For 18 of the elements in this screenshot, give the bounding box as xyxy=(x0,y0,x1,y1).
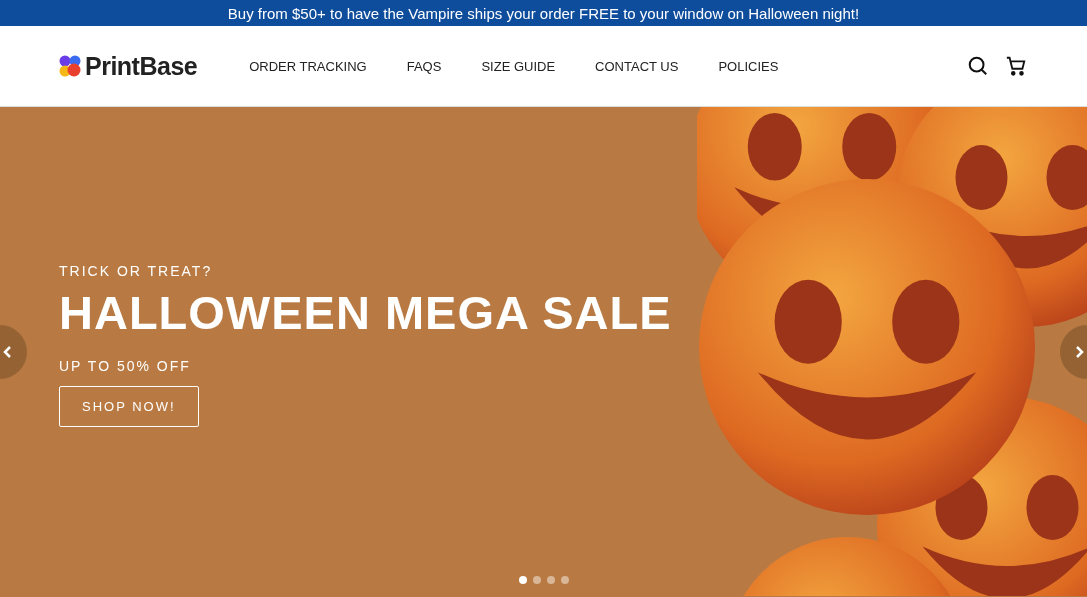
search-icon[interactable] xyxy=(967,55,989,77)
nav-link[interactable]: ORDER TRACKING xyxy=(249,58,367,74)
shop-now-button[interactable]: SHOP NOW! xyxy=(59,386,199,427)
nav-link[interactable]: FAQS xyxy=(406,58,442,74)
nav-link[interactable]: POLICIES xyxy=(718,58,779,74)
nav-link[interactable]: CONTACT US xyxy=(595,58,679,74)
hero-subtitle: UP TO 50% OFF xyxy=(59,358,191,374)
logo-text[interactable]: PrintBase xyxy=(85,51,198,81)
announcement-text: Buy from $50+ to have the Vampire ships your order FREE to your window on Halloween night! xyxy=(227,4,860,22)
slide-dot[interactable] xyxy=(532,576,541,584)
slide-dot[interactable] xyxy=(546,576,555,584)
slide-dot[interactable] xyxy=(518,576,527,584)
cart-icon[interactable] xyxy=(1005,55,1027,77)
hero-title: HALLOWEEN MEGA SALE xyxy=(59,285,672,340)
nav-link[interactable]: SIZE GUIDE xyxy=(481,58,556,74)
logo-icon xyxy=(59,55,81,77)
slide-dot[interactable] xyxy=(560,576,569,584)
hero-eyebrow: TRICK OR TREAT? xyxy=(59,263,213,279)
